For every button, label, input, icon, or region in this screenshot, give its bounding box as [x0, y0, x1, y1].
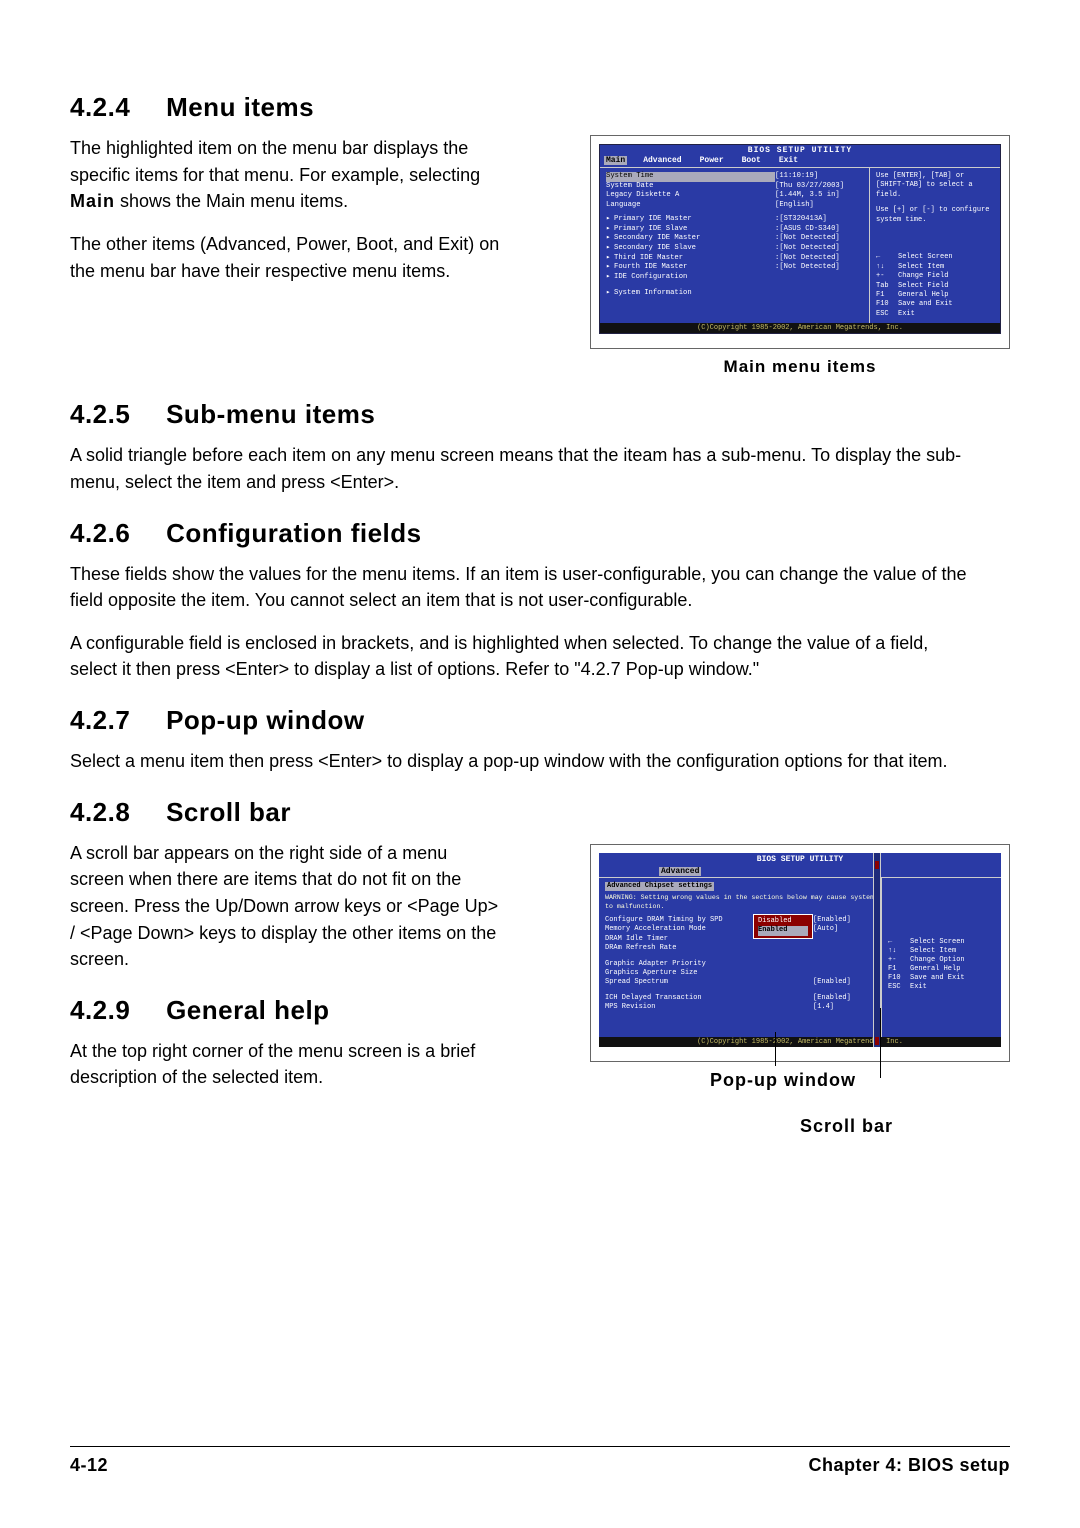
para-429: At the top right corner of the menu scre…: [70, 1038, 500, 1091]
bios-field-value[interactable]: [11:10:19]: [775, 172, 865, 182]
bios-tabs: Main Advanced Power Boot Exit: [600, 156, 1000, 167]
bios-tab-power[interactable]: Power: [698, 156, 726, 165]
para-424-2: The other items (Advanced, Power, Boot, …: [70, 231, 500, 284]
heading-429: 4.2.9 General help: [70, 995, 566, 1026]
bios-tab-advanced[interactable]: Advanced: [641, 156, 683, 165]
heading-428: 4.2.8 Scroll bar: [70, 797, 1010, 828]
bios-tab-advanced[interactable]: Advanced: [659, 867, 701, 876]
bios-system-info[interactable]: System Information: [614, 289, 865, 299]
chapter-title: Chapter 4: BIOS setup: [808, 1455, 1010, 1476]
para-426-1: These fields show the values for the men…: [70, 561, 970, 614]
callout-line-icon: [880, 1008, 881, 1078]
bios-tab-exit[interactable]: Exit: [777, 156, 800, 165]
annotation-scroll: Scroll bar: [800, 1116, 893, 1137]
bios-advanced-figure: BIOS SETUP UTILITY Advanced Advanced Chi…: [590, 844, 1010, 1062]
para-427: Select a menu item then press <Enter> to…: [70, 748, 970, 775]
heading-427: 4.2.7 Pop-up window: [70, 705, 1010, 736]
heading-title: Menu items: [166, 92, 314, 122]
bios-popup-window[interactable]: Disabled Enabled: [753, 914, 813, 939]
para-428: A scroll bar appears on the right side o…: [70, 840, 500, 973]
heading-num: 4.2.4: [70, 92, 130, 123]
scroll-thumb-top[interactable]: [875, 861, 879, 869]
para-424-1: The highlighted item on the menu bar dis…: [70, 135, 500, 215]
scroll-thumb-bottom[interactable]: [875, 1037, 879, 1045]
heading-426: 4.2.6 Configuration fields: [70, 518, 1010, 549]
annotation-popup: Pop-up window: [710, 1070, 856, 1091]
bios-help-text: Use [ENTER], [TAB] or [SHIFT-TAB] to sel…: [876, 172, 996, 200]
bios-copyright: (C)Copyright 1985-2002, American Megatre…: [599, 1037, 1001, 1047]
bios-copyright: (C)Copyright 1985-2002, American Megatre…: [600, 323, 1000, 333]
bios-tab-boot[interactable]: Boot: [740, 156, 763, 165]
page-footer: 4-12 Chapter 4: BIOS setup: [70, 1446, 1010, 1476]
bios-field-label[interactable]: System Time: [606, 172, 775, 182]
bios-section-heading: Advanced Chipset settings: [605, 882, 714, 891]
heading-425: 4.2.5 Sub-menu items: [70, 399, 1010, 430]
bios-title: BIOS SETUP UTILITY: [600, 145, 1000, 156]
bios-tab-main[interactable]: Main: [604, 156, 627, 165]
page-number: 4-12: [70, 1455, 108, 1476]
bios-main-figure: BIOS SETUP UTILITY Main Advanced Power B…: [590, 135, 1010, 349]
popup-option[interactable]: Disabled: [758, 917, 808, 926]
callout-line-icon: [775, 1032, 776, 1066]
popup-option-selected[interactable]: Enabled: [758, 926, 808, 935]
bios-warning: WARNING: Setting wrong values in the sec…: [605, 894, 877, 912]
caption-main-menu: Main menu items: [590, 357, 1010, 377]
heading-424: 4.2.4 Menu items: [70, 92, 1010, 123]
para-426-2: A configurable field is enclosed in brac…: [70, 630, 970, 683]
para-425: A solid triangle before each item on any…: [70, 442, 970, 495]
